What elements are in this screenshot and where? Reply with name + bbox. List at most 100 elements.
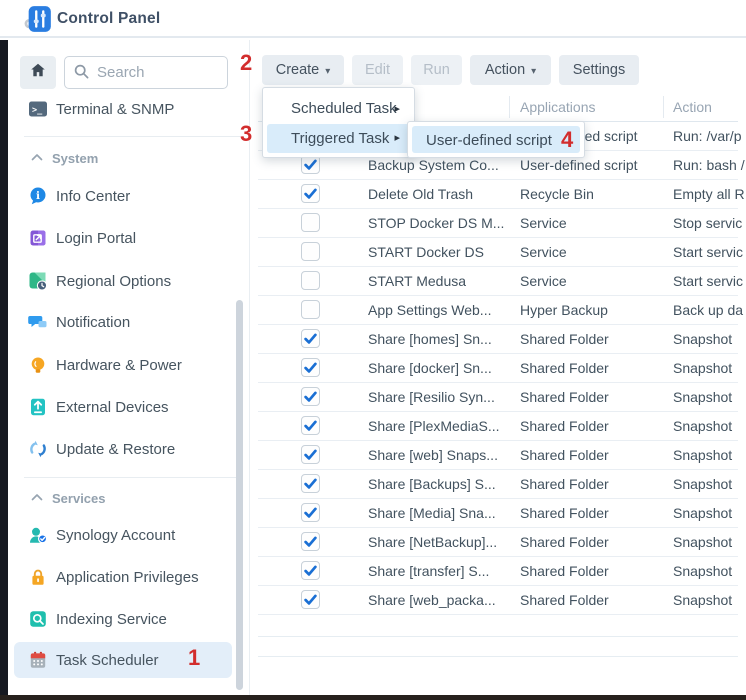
task-name-cell: Share [PlexMediaS... xyxy=(368,412,500,441)
external-devices-icon xyxy=(28,397,48,417)
chevron-up-icon xyxy=(30,491,44,505)
settings-button[interactable]: Settings xyxy=(559,55,639,85)
sidebar-item-update-restore[interactable]: Update & Restore xyxy=(14,431,232,467)
sidebar-item-indexing-service[interactable]: Indexing Service xyxy=(14,601,232,637)
table-row[interactable]: Share [Resilio Syn...Shared FolderSnapsh… xyxy=(250,383,746,412)
checkbox-checked[interactable] xyxy=(301,474,320,493)
svg-text:>_: >_ xyxy=(32,106,43,116)
checkbox-unchecked[interactable] xyxy=(301,300,320,319)
task-name-cell: START Docker DS xyxy=(368,238,484,267)
table-row[interactable]: Share [Backups] S...Shared FolderSnapsho… xyxy=(250,470,746,499)
action-cell: Snapshot xyxy=(673,528,732,557)
checkbox-checked[interactable] xyxy=(301,416,320,435)
applications-cell: Recycle Bin xyxy=(520,180,594,209)
table-row[interactable]: START MedusaServiceStart servic xyxy=(250,267,746,296)
annotation-step-1: 1 xyxy=(188,646,200,670)
table-row[interactable]: Share [web_packa...Shared FolderSnapshot xyxy=(250,586,746,615)
sidebar-item-application-privileges[interactable]: Application Privileges xyxy=(14,559,232,595)
triggered-task-submenu: User-defined script xyxy=(407,121,585,158)
checkbox-unchecked[interactable] xyxy=(301,271,320,290)
action-cell: Run: /var/p xyxy=(673,122,741,151)
checkbox-checked[interactable] xyxy=(301,503,320,522)
checkbox-checked[interactable] xyxy=(301,445,320,464)
sidebar-item-label: Application Privileges xyxy=(56,569,199,586)
create-button[interactable]: Create▾ xyxy=(262,55,344,85)
action-cell: Back up da xyxy=(673,296,743,325)
sidebar-item-notification[interactable]: Notification xyxy=(14,304,232,340)
menu-item-user-defined-script[interactable]: User-defined script xyxy=(412,126,580,153)
checkbox-checked[interactable] xyxy=(301,184,320,203)
checkbox-checked[interactable] xyxy=(301,561,320,580)
table-row[interactable]: START Docker DSServiceStart servic xyxy=(250,238,746,267)
menu-item-triggered-task[interactable]: Triggered Task ▸ xyxy=(267,124,410,153)
hardware-power-icon xyxy=(28,355,48,375)
menu-item-label: User-defined script xyxy=(426,132,552,149)
sidebar-item-label: Login Portal xyxy=(56,230,136,247)
sidebar-item-info-center[interactable]: iInfo Center xyxy=(14,178,232,214)
checkbox-checked[interactable] xyxy=(301,358,320,377)
table-row[interactable]: Share [homes] Sn...Shared FolderSnapshot xyxy=(250,325,746,354)
sidebar-item-hardware-power[interactable]: Hardware & Power xyxy=(14,347,232,383)
task-name-cell: STOP Docker DS M... xyxy=(368,209,504,238)
table-row[interactable]: App Settings Web... Hyper Backup Back up d… xyxy=(250,296,746,325)
sidebar-item-synology-account[interactable]: Synology Account xyxy=(14,517,232,553)
menu-item-scheduled-task[interactable]: Scheduled Task ▸ xyxy=(267,95,410,123)
indexing-service-icon xyxy=(28,609,48,629)
table-row[interactable]: Share [PlexMediaS...Shared FolderSnapsho… xyxy=(250,412,746,441)
edit-button[interactable]: Edit xyxy=(352,55,403,85)
sidebar-item-label: Info Center xyxy=(56,188,130,205)
applications-cell: Hyper Backup xyxy=(520,296,608,325)
checkbox-unchecked[interactable] xyxy=(301,213,320,232)
menu-item-label: Scheduled Task xyxy=(291,100,397,117)
applications-cell: Shared Folder xyxy=(520,325,609,354)
applications-cell: Service xyxy=(520,267,567,296)
sidebar-section-services[interactable]: Services xyxy=(14,486,232,510)
task-name-cell: App Settings Web... xyxy=(368,296,491,325)
run-button[interactable]: Run xyxy=(411,55,462,85)
table-row[interactable]: STOP Docker DS M...ServiceStop servic xyxy=(250,209,746,238)
table-row[interactable]: Share [docker] Sn...Shared FolderSnapsho… xyxy=(250,354,746,383)
action-cell: Snapshot xyxy=(673,383,732,412)
update-restore-icon xyxy=(28,439,48,459)
applications-cell: Shared Folder xyxy=(520,412,609,441)
applications-cell: Shared Folder xyxy=(520,354,609,383)
create-button-label: Create xyxy=(276,62,320,78)
checkbox-checked[interactable] xyxy=(301,387,320,406)
checkbox-checked[interactable] xyxy=(301,329,320,348)
menu-item-label: Triggered Task xyxy=(291,130,389,147)
action-button[interactable]: Action▾ xyxy=(470,55,551,85)
home-button[interactable] xyxy=(20,56,56,89)
checkbox-unchecked[interactable] xyxy=(301,242,320,261)
submenu-arrow-icon: ▸ xyxy=(394,124,400,153)
column-header-action[interactable]: Action xyxy=(673,92,712,122)
applications-cell: Shared Folder xyxy=(520,557,609,586)
applications-cell: Shared Folder xyxy=(520,586,609,615)
sidebar-item-login-portal[interactable]: Login Portal xyxy=(14,220,232,256)
table-row[interactable]: Share [Media] Sna...Shared FolderSnapsho… xyxy=(250,499,746,528)
home-icon xyxy=(29,61,47,84)
sidebar-item-terminal-snmp[interactable]: >_Terminal & SNMP xyxy=(14,91,232,127)
action-cell: Snapshot xyxy=(673,557,732,586)
sidebar-section-system[interactable]: System xyxy=(14,146,232,170)
task-name-cell: Share [docker] Sn... xyxy=(368,354,492,383)
action-cell: Empty all R xyxy=(673,180,745,209)
table-row[interactable]: Share [web] Snaps...Shared FolderSnapsho… xyxy=(250,441,746,470)
sidebar-item-regional-options[interactable]: Regional Options xyxy=(14,263,232,299)
window-title: Control Panel xyxy=(57,0,160,38)
desktop-edge-left xyxy=(0,40,8,700)
table-row[interactable]: Share [NetBackup]...Shared FolderSnapsho… xyxy=(250,528,746,557)
checkbox-checked[interactable] xyxy=(301,532,320,551)
sidebar-item-external-devices[interactable]: External Devices xyxy=(14,389,232,425)
table-row[interactable]: Share [transfer] S...Shared FolderSnapsh… xyxy=(250,557,746,586)
sidebar-scrollbar-thumb[interactable] xyxy=(236,300,243,690)
app-window: { "window": { "title": "Control Panel", … xyxy=(0,0,746,700)
synology-account-icon xyxy=(28,525,48,545)
column-header-applications[interactable]: Applications xyxy=(520,92,596,122)
sidebar-item-label: Update & Restore xyxy=(56,441,175,458)
sidebar-item-label: Regional Options xyxy=(56,273,171,290)
grid-line xyxy=(258,636,738,637)
table-row[interactable]: Delete Old TrashRecycle BinEmpty all R xyxy=(250,180,746,209)
chevron-down-icon: ▾ xyxy=(531,66,536,77)
checkbox-checked[interactable] xyxy=(301,590,320,609)
run-button-label: Run xyxy=(423,62,450,78)
